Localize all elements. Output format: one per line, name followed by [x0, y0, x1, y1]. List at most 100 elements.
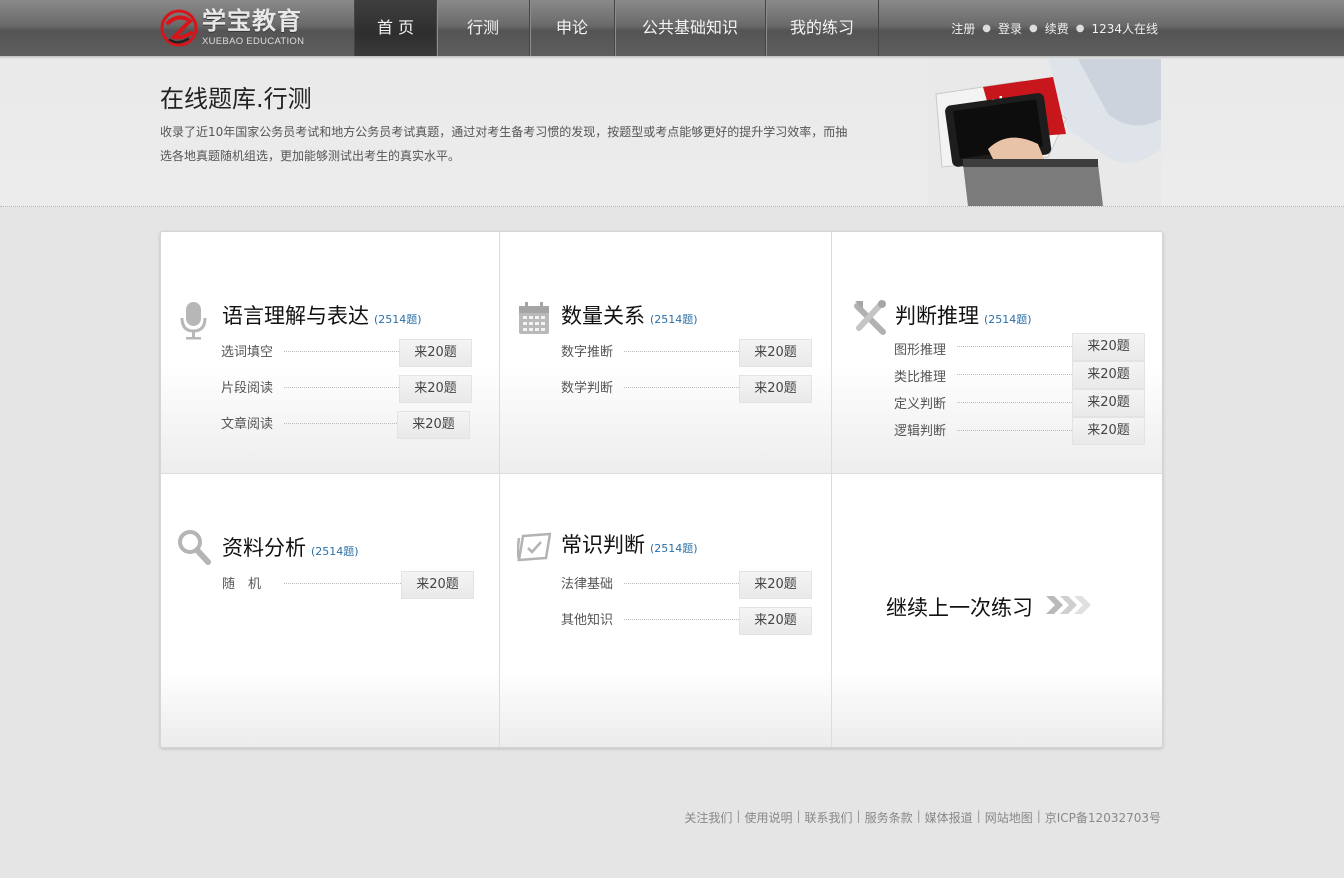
- page-title: 在线题库.行测: [160, 85, 312, 113]
- logo-text-en: XUEBAO EDUCATION: [202, 36, 305, 47]
- user-links: 注册 ● 登录 ● 续费 ● 1234人在线: [951, 20, 1158, 37]
- dotted-leader: [957, 374, 1072, 375]
- list-item: 片段阅读 来20题: [221, 375, 472, 403]
- list-item: 逻辑判断 来20题: [894, 417, 1145, 445]
- category-title[interactable]: 语言理解与表达 (2514题): [222, 300, 422, 330]
- item-label: 定义判断: [894, 397, 947, 412]
- separator-dot: ●: [1075, 23, 1085, 34]
- get-20-questions-button[interactable]: 来20题: [739, 607, 812, 635]
- list-item: 其他知识 来20题: [561, 607, 812, 635]
- get-20-questions-button[interactable]: 来20题: [739, 375, 812, 403]
- tools-icon: [854, 300, 886, 335]
- divider: [831, 232, 832, 747]
- category-title[interactable]: 数量关系 (2514题): [561, 300, 698, 330]
- list-item: 定义判断 来20题: [894, 389, 1145, 417]
- category-title[interactable]: 资料分析 (2514题): [222, 532, 359, 562]
- banner: 在线题库.行测 收录了近10年国家公务员考试和地方公务员考试真题，通过对考生备考…: [0, 59, 1344, 207]
- separator: |: [796, 809, 801, 823]
- nav-item-xingce[interactable]: 行测: [436, 0, 529, 56]
- dotted-leader: [624, 583, 739, 584]
- question-count: (2514题): [374, 313, 422, 326]
- dotted-leader: [957, 402, 1072, 403]
- separator-dot: ●: [982, 23, 991, 34]
- separator: |: [916, 809, 921, 823]
- divider: [161, 473, 1162, 474]
- question-count: (2514题): [311, 545, 359, 558]
- footer-link-media[interactable]: 媒体报道: [925, 809, 973, 826]
- chevrons-right-icon: [1046, 596, 1091, 614]
- top-navigation-bar: 学宝教育 XUEBAO EDUCATION 首 页 行测 申论 公共基础知识 我…: [0, 0, 1344, 57]
- item-label: 文章阅读: [221, 417, 274, 432]
- footer-link-contact[interactable]: 联系我们: [805, 809, 853, 826]
- continue-last-practice-button[interactable]: 继续上一次练习: [886, 592, 1033, 622]
- dotted-leader: [284, 583, 401, 584]
- divider: [499, 232, 500, 747]
- item-label: 法律基础: [561, 577, 614, 592]
- list-item: 随 机 来20题: [222, 571, 474, 599]
- get-20-questions-button[interactable]: 来20题: [1072, 333, 1145, 361]
- renew-link[interactable]: 续费: [1045, 20, 1069, 37]
- item-label: 类比推理: [894, 370, 947, 385]
- register-link[interactable]: 注册: [951, 20, 975, 37]
- icp-license: 京ICP备12032703号: [1044, 811, 1161, 825]
- login-link[interactable]: 登录: [998, 20, 1022, 37]
- dotted-leader: [284, 351, 399, 352]
- list-item: 法律基础 来20题: [561, 571, 812, 599]
- dotted-leader: [624, 387, 739, 388]
- logo[interactable]: 学宝教育 XUEBAO EDUCATION: [160, 7, 310, 49]
- category-title-text: 常识判断: [561, 533, 645, 557]
- notepad-check-icon: [517, 532, 551, 562]
- nav-item-public-knowledge[interactable]: 公共基础知识: [614, 0, 765, 56]
- item-label: 选词填空: [221, 345, 274, 360]
- separator: |: [856, 809, 861, 823]
- question-categories-panel: 语言理解与表达 (2514题) 选词填空 来20题 片段阅读 来20题 文章阅读 …: [160, 231, 1163, 748]
- get-20-questions-button[interactable]: 来20题: [399, 339, 472, 367]
- item-label: 其他知识: [561, 613, 614, 628]
- dotted-leader: [957, 430, 1072, 431]
- online-count: 1234人在线: [1091, 22, 1158, 36]
- footer-link-instructions[interactable]: 使用说明: [744, 809, 792, 826]
- category-title[interactable]: 判断推理 (2514题): [895, 300, 1032, 330]
- item-label: 数学判断: [561, 381, 614, 396]
- separator: |: [976, 809, 981, 823]
- get-20-questions-button[interactable]: 来20题: [739, 339, 812, 367]
- get-20-questions-button[interactable]: 来20题: [739, 571, 812, 599]
- list-item: 类比推理 来20题: [894, 361, 1145, 389]
- question-count: (2514题): [650, 313, 698, 326]
- get-20-questions-button[interactable]: 来20题: [399, 375, 472, 403]
- dotted-leader: [624, 351, 739, 352]
- question-count: (2514题): [984, 313, 1032, 326]
- item-label: 图形推理: [894, 343, 947, 358]
- list-item: 文章阅读 来20题: [221, 411, 471, 439]
- logo-mark-icon: [160, 9, 198, 47]
- calendar-icon: [519, 302, 549, 334]
- footer-link-sitemap[interactable]: 网站地图: [985, 809, 1033, 826]
- nav-item-shenlun[interactable]: 申论: [529, 0, 614, 56]
- category-cell: [161, 474, 499, 747]
- get-20-questions-button[interactable]: 来20题: [1072, 361, 1145, 389]
- logo-text-cn: 学宝教育: [202, 7, 302, 35]
- dotted-leader: [284, 387, 399, 388]
- category-title[interactable]: 常识判断 (2514题): [561, 529, 698, 559]
- get-20-questions-button[interactable]: 来20题: [1072, 389, 1145, 417]
- get-20-questions-button[interactable]: 来20题: [401, 571, 474, 599]
- list-item: 选词填空 来20题: [221, 339, 472, 367]
- list-item: 图形推理 来20题: [894, 333, 1145, 361]
- footer: 关注我们 | 使用说明 | 联系我们 | 服务条款 | 媒体报道 | 网站地图 | 京ICP…: [684, 809, 1161, 826]
- footer-link-follow-us[interactable]: 关注我们: [684, 809, 732, 826]
- question-count: (2514题): [650, 542, 698, 555]
- dotted-leader: [957, 346, 1072, 347]
- nav-item-my-practice[interactable]: 我的练习: [765, 0, 879, 56]
- get-20-questions-button[interactable]: 来20题: [1072, 417, 1145, 445]
- get-20-questions-button[interactable]: 来20题: [397, 411, 470, 439]
- dotted-leader: [284, 423, 397, 424]
- item-label: 数字推断: [561, 345, 614, 360]
- category-title-text: 判断推理: [895, 304, 979, 328]
- banner-businessman-image: sh: [928, 59, 1161, 206]
- footer-link-terms[interactable]: 服务条款: [865, 809, 913, 826]
- nav-item-home[interactable]: 首 页: [354, 0, 436, 56]
- list-item: 数学判断 来20题: [561, 375, 812, 403]
- separator: |: [1036, 809, 1041, 823]
- category-title-text: 数量关系: [561, 304, 645, 328]
- page-description: 收录了近10年国家公务员考试和地方公务员考试真题，通过对考生备考习惯的发现，按题…: [160, 125, 848, 163]
